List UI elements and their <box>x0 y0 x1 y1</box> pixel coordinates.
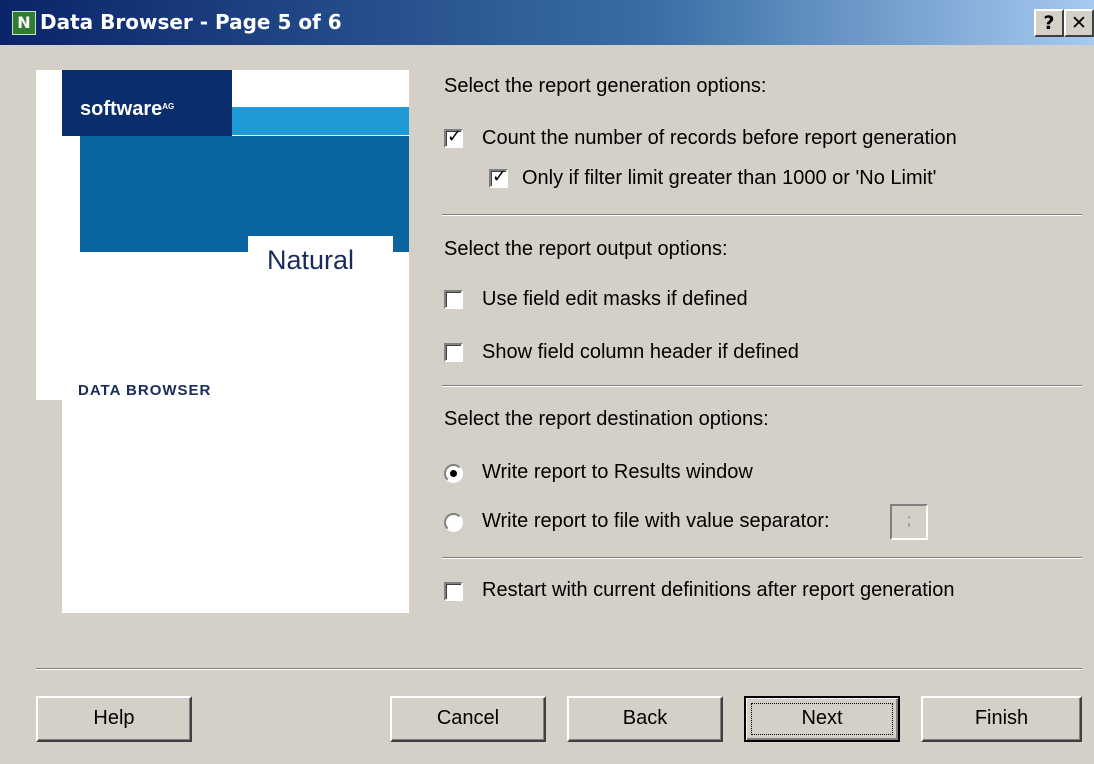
column-header-label[interactable]: Show field column header if defined <box>482 341 799 364</box>
checkmark-icon: ✓ <box>492 166 508 187</box>
generation-heading: Select the report generation options: <box>444 75 767 97</box>
finish-button[interactable]: Finish <box>921 696 1082 742</box>
restart-label[interactable]: Restart with current definitions after r… <box>482 579 954 602</box>
output-heading: Select the report output options: <box>444 238 728 260</box>
results-window-radio[interactable] <box>444 464 463 483</box>
banner-blue-block <box>80 136 409 252</box>
title-bar[interactable]: N Data Browser - Page 5 of 6 ? ✕ <box>0 0 1094 45</box>
destination-heading: Select the report destination options: <box>444 408 769 430</box>
edit-masks-label[interactable]: Use field edit masks if defined <box>482 288 748 311</box>
radio-dot-icon <box>450 470 457 477</box>
banner-frame-left <box>36 400 62 622</box>
wizard-banner: softwareAG Natural DATA BROWSER <box>36 70 409 622</box>
next-button-label: Next <box>801 707 843 729</box>
value-separator-input[interactable]: ; <box>890 504 928 540</box>
count-records-label[interactable]: Count the number of records before repor… <box>482 127 957 150</box>
results-window-label[interactable]: Write report to Results window <box>482 461 753 484</box>
restart-checkbox[interactable] <box>444 582 463 601</box>
to-file-radio[interactable] <box>444 513 463 532</box>
separator <box>442 385 1082 387</box>
column-header-checkbox[interactable] <box>444 343 463 362</box>
software-logo-suffix: AG <box>162 102 175 111</box>
help-button[interactable]: Help <box>36 696 192 742</box>
wizard-dialog: N Data Browser - Page 5 of 6 ? ✕ softwar… <box>0 0 1094 764</box>
separator <box>442 557 1082 559</box>
cancel-button[interactable]: Cancel <box>390 696 546 742</box>
banner-frame-bottom <box>36 613 409 622</box>
window-title: Data Browser - Page 5 of 6 <box>40 10 342 34</box>
natural-app-icon: N <box>12 11 36 35</box>
edit-masks-checkbox[interactable] <box>444 290 463 309</box>
to-file-label[interactable]: Write report to file with value separato… <box>482 510 830 533</box>
button-separator <box>36 668 1082 670</box>
product-name: Natural <box>267 245 355 275</box>
checkmark-icon: ✓ <box>447 126 463 147</box>
close-title-button[interactable]: ✕ <box>1064 9 1094 37</box>
separator <box>442 214 1082 216</box>
software-logo-text: software <box>80 98 163 120</box>
next-button[interactable]: Next <box>744 696 900 742</box>
filter-limit-label[interactable]: Only if filter limit greater than 1000 o… <box>522 167 936 190</box>
back-button[interactable]: Back <box>567 696 723 742</box>
software-ag-logo: softwareAG <box>62 70 232 136</box>
banner-caption: DATA BROWSER <box>78 382 212 399</box>
filter-limit-checkbox[interactable]: ✓ <box>489 166 508 188</box>
count-records-checkbox[interactable]: ✓ <box>444 126 463 148</box>
help-title-button[interactable]: ? <box>1034 9 1064 37</box>
banner-blue-notch <box>80 236 248 252</box>
banner-cyan-bar <box>232 107 409 135</box>
